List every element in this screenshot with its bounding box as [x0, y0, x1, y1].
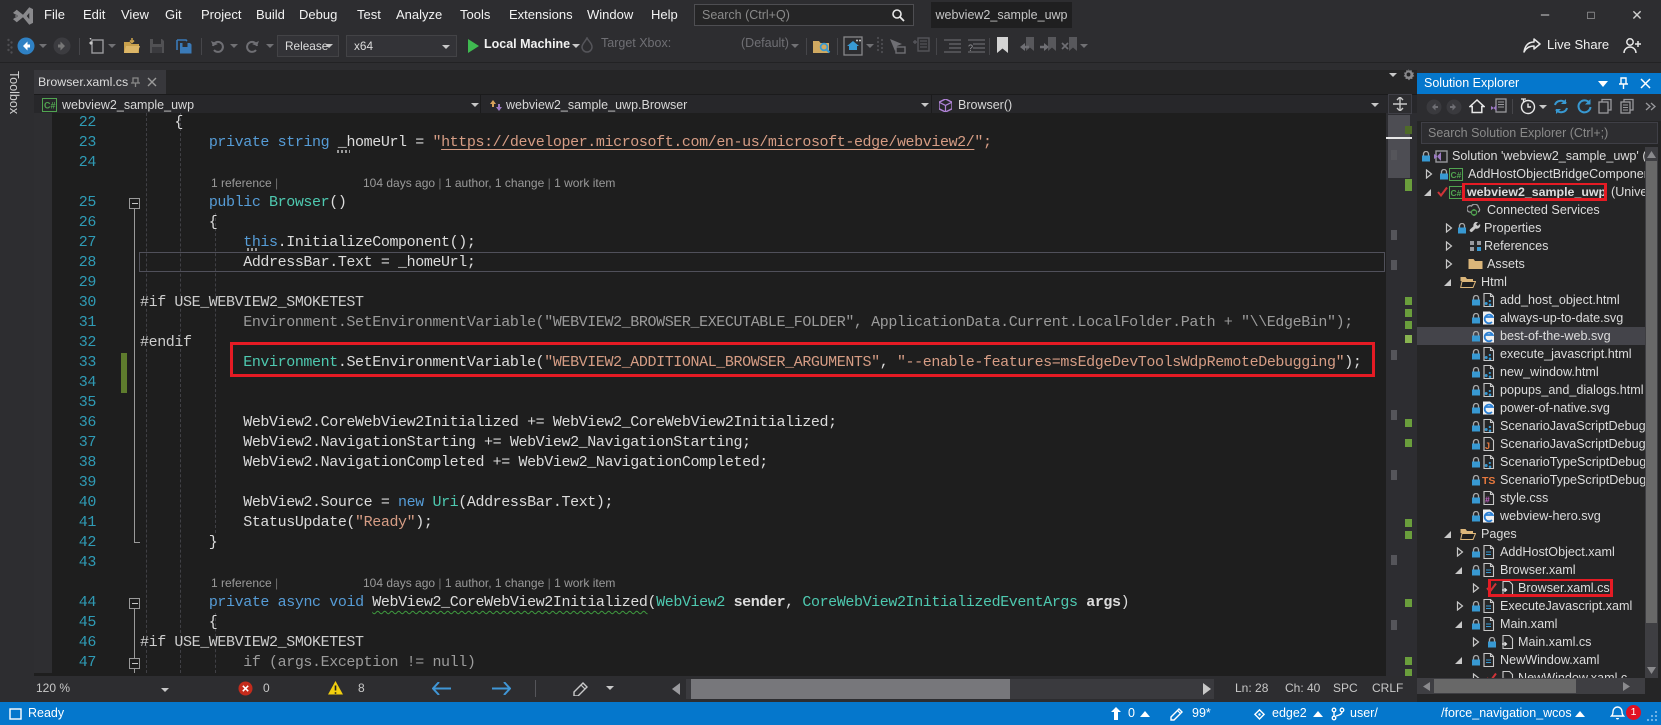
svg-text:C#: C# — [1451, 188, 1462, 198]
svg-text:TS: TS — [1482, 475, 1495, 485]
svg-text:J: J — [1485, 441, 1490, 451]
svg-text:#: # — [1485, 495, 1490, 505]
svg-text:C#: C# — [44, 101, 56, 111]
svg-text:?: ? — [968, 43, 973, 53]
svg-text:C#: C# — [1451, 170, 1462, 180]
